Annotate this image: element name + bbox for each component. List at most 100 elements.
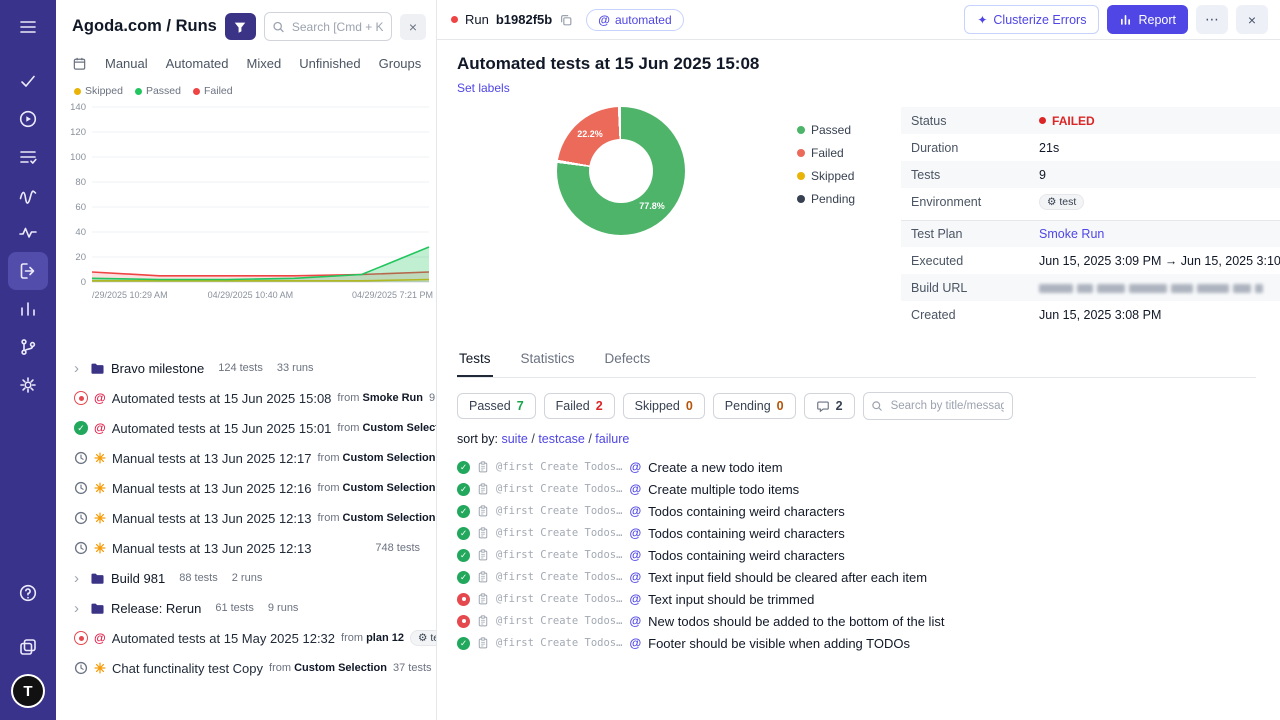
tab-tests[interactable]: Tests <box>457 344 493 377</box>
launch-icon[interactable] <box>8 252 48 290</box>
automated-icon: @ <box>629 526 642 540</box>
test-row[interactable]: ✓ @first Create Todos… @ Todos containing w… <box>457 522 1256 544</box>
folder-runs-count: 9 runs <box>267 602 299 614</box>
test-row[interactable]: ✓ @first Create Todos… @ Create a new todo … <box>457 456 1256 478</box>
filter-skipped[interactable]: Skipped 0 <box>622 393 705 419</box>
menu-icon[interactable] <box>8 8 48 46</box>
tests-search-input[interactable] <box>862 392 1013 420</box>
chart-icon[interactable] <box>8 290 48 328</box>
play-icon[interactable] <box>8 100 48 138</box>
run-row[interactable]: @ Automated tests at 15 Jun 2025 15:08 fro… <box>56 383 436 413</box>
folder-name: Release: Rerun <box>111 600 202 616</box>
run-row[interactable]: Manual tests at 13 Jun 2025 12:16 from Cu… <box>56 473 436 503</box>
runs-trend-chart: 140 120 100 80 60 40 20 0/29/2025 10:29 AM 04/29… <box>56 101 436 311</box>
tab-automated[interactable]: Automated <box>166 56 229 71</box>
folder-icon <box>90 362 105 375</box>
signature-icon[interactable] <box>8 176 48 214</box>
environment-badge[interactable]: ⚙ test <box>1039 193 1085 210</box>
test-title: Footer should be visible when adding TOD… <box>648 635 910 651</box>
projects-icon[interactable] <box>8 628 48 666</box>
detail-label: Status <box>911 113 947 128</box>
test-row[interactable]: ✓ @first Create Todos… @ Create multiple to… <box>457 478 1256 500</box>
run-row-source: from Custom Selection <box>269 662 387 674</box>
test-row[interactable]: ✓ @first Create Todos… @ Footer should be v… <box>457 632 1256 654</box>
tab-groups[interactable]: Groups <box>379 56 422 71</box>
sort-suite[interactable]: suite <box>501 432 527 446</box>
run-row[interactable]: Chat functinality test Copy from Custom S… <box>56 653 436 683</box>
panel-close-button[interactable]: × <box>400 13 426 40</box>
test-doc-icon <box>477 461 489 473</box>
tab-mixed[interactable]: Mixed <box>247 56 282 71</box>
close-run-button[interactable]: × <box>1236 5 1268 34</box>
branch-icon[interactable] <box>8 328 48 366</box>
comments-filter-chip[interactable]: 2 <box>803 393 855 419</box>
test-title: New todos should be added to the bottom … <box>648 613 945 629</box>
detail-label: Duration <box>911 140 959 155</box>
check-icon[interactable] <box>8 62 48 100</box>
folder-icon <box>90 602 105 615</box>
comments-filter-count: 2 <box>835 399 843 413</box>
run-row[interactable]: @ Automated tests at 15 May 2025 12:32 fro… <box>56 623 436 653</box>
detail-value: Jun 15, 2025 3:09 PM → Jun 15, 2025 3:10… <box>1039 253 1280 268</box>
donut-legend: Passed Failed Skipped Pending <box>797 123 855 328</box>
filter-pending[interactable]: Pending 0 <box>712 393 796 419</box>
folder-row[interactable]: › Build 981 88 tests 2 runs <box>56 563 436 593</box>
run-row[interactable]: Manual tests at 13 Jun 2025 12:13 from Cu… <box>56 503 436 533</box>
test-suite-path: @first Create Todos… <box>496 505 623 517</box>
tab-defects[interactable]: Defects <box>603 344 653 377</box>
test-plan-link[interactable]: Smoke Run <box>1039 227 1104 241</box>
status-filter-chips: Passed 7 Failed 2 Skipped 0 Pending 0 <box>457 393 796 419</box>
test-row[interactable]: ✓ @first Create Todos… @ Todos containing w… <box>457 544 1256 566</box>
folder-row[interactable]: › Bravo milestone 124 tests 33 runs <box>56 353 436 383</box>
tab-unfinished[interactable]: Unfinished <box>299 56 360 71</box>
app-logo[interactable]: T <box>13 676 43 706</box>
detail-value: Jun 15, 2025 3:08 PM <box>1039 307 1162 322</box>
passed-icon: ✓ <box>457 460 470 474</box>
list-icon[interactable] <box>8 138 48 176</box>
tab-statistics[interactable]: Statistics <box>519 344 577 377</box>
sort-separator: / <box>527 432 539 446</box>
panel-search <box>263 12 392 41</box>
test-suite-path: @first Create Todos… <box>496 637 623 649</box>
report-button[interactable]: Report <box>1107 5 1188 34</box>
automated-icon: @ <box>629 482 642 496</box>
chevron-right-icon[interactable]: › <box>74 570 84 587</box>
folder-name: Build 981 <box>111 570 166 586</box>
automated-icon: @ <box>629 504 642 518</box>
run-row[interactable]: ✓ @ Automated tests at 15 Jun 2025 15:01 fr… <box>56 413 436 443</box>
filter-failed[interactable]: Failed 2 <box>543 393 615 419</box>
gear-icon[interactable] <box>8 366 48 404</box>
test-title: Todos containing weird characters <box>648 525 845 541</box>
filter-passed[interactable]: Passed 7 <box>457 393 536 419</box>
folder-row[interactable]: › Release: Rerun 61 tests 9 runs <box>56 593 436 623</box>
run-row-source: from Custom Selection <box>337 422 436 434</box>
clusterize-errors-button[interactable]: ✦ Clusterize Errors <box>964 5 1100 34</box>
test-row[interactable]: ✓ @first Create Todos… @ Todos containing w… <box>457 500 1256 522</box>
test-row[interactable]: @first Create Todos… @ Text input should b… <box>457 588 1256 610</box>
search-icon <box>273 21 284 32</box>
failed-icon <box>74 631 88 645</box>
help-icon[interactable] <box>8 574 48 612</box>
clusterize-errors-label: Clusterize Errors <box>993 12 1087 27</box>
test-row[interactable]: ✓ @first Create Todos… @ Text input field s… <box>457 566 1256 588</box>
run-row-tests-count: 748 tests <box>375 542 420 554</box>
chevron-right-icon[interactable]: › <box>74 600 84 617</box>
pulse-icon[interactable] <box>8 214 48 252</box>
test-row[interactable]: @first Create Todos… @ New todos should be… <box>457 610 1256 632</box>
run-row[interactable]: Manual tests at 13 Jun 2025 12:17 from Cu… <box>56 443 436 473</box>
filter-button[interactable] <box>224 13 256 40</box>
detail-label: Build URL <box>911 280 968 295</box>
tab-manual[interactable]: Manual <box>105 56 148 71</box>
runs-panel-header: Agoda.com / Runs × Manual Automated Mixed U… <box>56 0 436 71</box>
detail-row-created: Created Jun 15, 2025 3:08 PM <box>901 301 1280 328</box>
copy-icon[interactable] <box>559 13 573 27</box>
sort-separator: / <box>584 432 596 446</box>
run-row[interactable]: Manual tests at 13 Jun 2025 12:13 748 tes… <box>56 533 436 563</box>
automated-badge[interactable]: @ automated <box>586 8 684 31</box>
sort-testcase[interactable]: testcase <box>538 432 585 446</box>
more-button[interactable]: ⋯ <box>1196 5 1228 34</box>
set-labels-link[interactable]: Set labels <box>457 81 510 95</box>
chevron-right-icon[interactable]: › <box>74 360 84 377</box>
sort-failure[interactable]: failure <box>595 432 629 446</box>
nav-rail-bottom <box>8 574 48 666</box>
